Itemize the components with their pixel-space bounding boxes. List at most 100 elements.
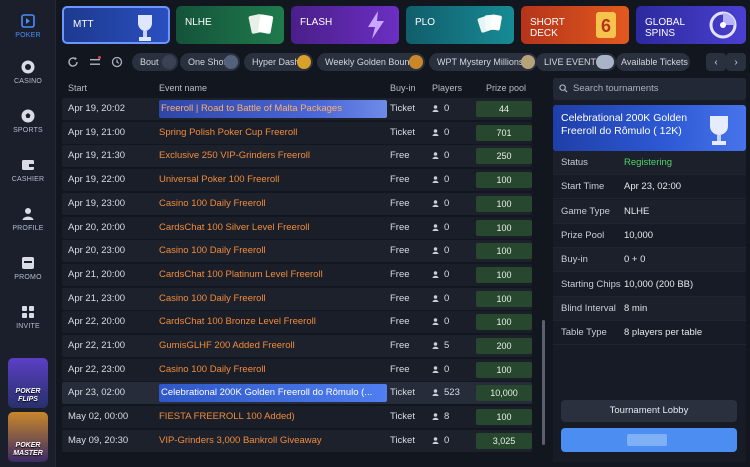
invite-icon (22, 306, 34, 318)
tile-flash[interactable]: FLASH (291, 6, 399, 44)
row-event-name[interactable]: VIP-Grinders 3,000 Bankroll Giveaway (159, 430, 387, 452)
player-icon (432, 365, 439, 373)
row-event-name[interactable]: CardsChat 100 Platinum Level Freeroll (159, 264, 387, 286)
nav-profile[interactable]: PROFILE (0, 199, 56, 239)
tile-mtt[interactable]: MTT (62, 6, 170, 44)
row-players-count: 5 (444, 340, 450, 351)
row-event-name[interactable]: CardsChat 100 Bronze Level Freeroll (159, 311, 387, 333)
row-event-name[interactable]: CardsChat 100 Silver Level Freeroll (159, 217, 387, 239)
nav-cashier[interactable]: CASHIER (0, 150, 56, 190)
table-row[interactable]: Apr 21, 23:00 Casino 100 Daily Freeroll Fr… (62, 287, 532, 310)
row-buy-in: Ticket (390, 411, 415, 423)
table-row[interactable]: Apr 22, 20:00 CardsChat 100 Bronze Level … (62, 311, 532, 334)
nav-label-cashier: CASHIER (11, 176, 45, 183)
table-row[interactable]: Apr 20, 23:00 Casino 100 Daily Freeroll Fr… (62, 240, 532, 263)
filter-chip-available-tickets[interactable]: Available Tickets (616, 53, 690, 71)
player-icon (432, 294, 439, 302)
nav-promo[interactable]: PROMO (0, 248, 56, 288)
search-input[interactable]: Search tournaments (553, 78, 746, 100)
refresh-icon[interactable] (64, 53, 82, 71)
tile-global-spins[interactable]: GLOBAL SPINS (636, 6, 746, 44)
row-event-name[interactable]: Exclusive 250 VIP-Grinders Freeroll (159, 145, 387, 167)
row-buy-in: Free (390, 245, 410, 257)
detail-value: 8 players per table (624, 327, 703, 339)
row-players-count: 8 (444, 411, 450, 423)
filter-chip-wpt-mystery-millions[interactable]: WPT Mystery Millions (429, 53, 537, 71)
header-start[interactable]: Start (68, 83, 87, 93)
row-event-name[interactable]: Casino 100 Daily Freeroll (159, 240, 387, 262)
row-buy-in: Free (390, 197, 410, 209)
promo-poker-master[interactable]: POKER MASTER (8, 412, 48, 462)
table-row[interactable]: Apr 22, 23:00 Casino 100 Daily Freeroll Fr… (62, 358, 532, 381)
table-row[interactable]: Apr 22, 21:00 GumisGLHF 200 Added Freerol… (62, 335, 532, 357)
header-players[interactable]: Players (432, 83, 462, 93)
tile-plo[interactable]: PLO (406, 6, 514, 44)
history-icon[interactable] (108, 53, 126, 71)
table-row[interactable]: Apr 21, 20:00 CardsChat 100 Platinum Leve… (62, 263, 532, 286)
sidebar: POKER CASINO SPORTS CASHIER PROFILE PROM… (0, 0, 56, 467)
filter-chip-weekly-golden-bounty[interactable]: Weekly Golden Bounty (317, 53, 425, 71)
row-prize-pool: 44 (476, 101, 532, 117)
table-row[interactable]: Apr 20, 20:00 CardsChat 100 Silver Level … (62, 216, 532, 239)
header-prize-pool[interactable]: Prize pool (486, 83, 526, 93)
promo-poker-flips[interactable]: POKER FLIPS (8, 358, 48, 408)
row-event-name[interactable]: Universal Poker 100 Freeroll (159, 169, 387, 191)
row-event-name[interactable]: Freeroll | Road to Battle of Malta Packa… (159, 100, 387, 118)
table-row[interactable]: Apr 19, 22:00 Universal Poker 100 Freerol… (62, 169, 532, 192)
filter-chip-hyper-dash[interactable]: Hyper Dash (244, 53, 313, 71)
tile-plo-label: PLO (415, 17, 436, 28)
filter-chip-available-tickets-label: Available Tickets (621, 57, 688, 67)
table-row[interactable]: May 09, 20:30 VIP-Grinders 3,000 Bankroll… (62, 429, 532, 452)
poker-icon (21, 14, 35, 28)
filter-settings-icon[interactable] (86, 53, 104, 71)
nav-casino[interactable]: CASINO (0, 52, 56, 92)
detail-label: Blind Interval (561, 302, 616, 314)
player-icon (432, 128, 439, 136)
tournament-banner-title: Celebrational 200K Golden Freeroll do Rô… (561, 112, 688, 137)
table-row[interactable]: Apr 19, 21:30 Exclusive 250 VIP-Grinders … (62, 145, 532, 168)
table-row[interactable]: Apr 19, 20:02 Freeroll | Road to Battle o… (62, 98, 532, 120)
tile-nlhe[interactable]: NLHE (176, 6, 284, 44)
row-event-name[interactable]: Casino 100 Daily Freeroll (159, 288, 387, 310)
tournament-detail-panel: Search tournaments Celebrational 200K Go… (553, 78, 746, 462)
tournament-lobby-button[interactable]: Tournament Lobby (561, 400, 737, 422)
filter-chip-live-event[interactable]: LIVE EVENT (536, 53, 616, 71)
detail-label: Start Time (561, 181, 605, 193)
detail-value: NLHE (624, 205, 650, 217)
soccer-ball-icon (21, 109, 35, 123)
filter-chip-bout[interactable]: Bout (132, 53, 178, 71)
row-event-name[interactable]: GumisGLHF 200 Added Freeroll (159, 335, 387, 357)
table-row[interactable]: Apr 23, 02:00 Celebrational 200K Golden F… (62, 382, 532, 405)
nav-invite[interactable]: INVITE (0, 297, 56, 337)
row-buy-in: Free (390, 316, 410, 328)
six-icon: 6 (596, 12, 616, 38)
table-row[interactable]: Apr 19, 21:00 Spring Polish Poker Cup Fre… (62, 121, 532, 144)
player-icon (432, 200, 439, 207)
nav-sports[interactable]: SPORTS (0, 101, 56, 141)
row-players-count: 0 (444, 268, 450, 280)
filter-chip-weekly-golden-bounty-label: Weekly Golden Bounty (325, 57, 417, 67)
row-event-name[interactable]: Spring Polish Poker Cup Freeroll (159, 122, 387, 144)
table-scrollbar[interactable] (542, 320, 545, 445)
scroll-left-button[interactable]: ‹ (706, 53, 726, 71)
tile-short-deck[interactable]: SHORT DECK 6 (521, 6, 629, 44)
row-event-name[interactable]: FIESTA FREEROLL 100 Added) (159, 406, 387, 428)
row-event-name[interactable]: Celebrational 200K Golden Freeroll do Rô… (159, 384, 387, 403)
tile-nlhe-label: NLHE (185, 17, 212, 28)
row-start-time: Apr 19, 21:00 (68, 126, 126, 138)
scroll-right-button[interactable]: › (726, 53, 746, 71)
register-button[interactable] (561, 428, 737, 452)
header-event-name[interactable]: Event name (159, 83, 207, 93)
player-icon (432, 176, 439, 184)
row-players-count: 0 (444, 126, 450, 138)
table-row[interactable]: Apr 19, 23:00 Casino 100 Daily Freeroll Fr… (62, 192, 532, 215)
header-buy-in[interactable]: Buy-in (390, 83, 416, 93)
row-start-time: Apr 21, 23:00 (68, 292, 126, 304)
airplane-icon (596, 55, 614, 69)
nav-poker[interactable]: POKER (0, 6, 56, 46)
row-event-name[interactable]: Casino 100 Daily Freeroll (159, 193, 387, 215)
filter-chip-one-shot[interactable]: One Shot (180, 53, 240, 71)
table-row[interactable]: May 02, 00:00 FIESTA FREEROLL 100 Added) T… (62, 406, 532, 429)
detail-value: Apr 23, 02:00 (624, 181, 682, 193)
row-event-name[interactable]: Casino 100 Daily Freeroll (159, 359, 387, 381)
